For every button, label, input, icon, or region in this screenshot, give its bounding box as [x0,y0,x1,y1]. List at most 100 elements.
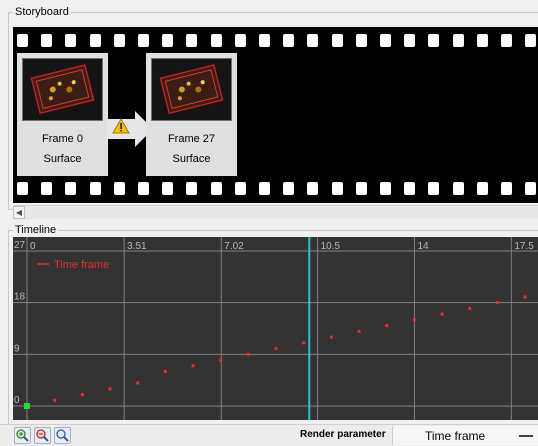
storyboard-panel: Storyboard Frame 0 Surface Frame 27 Surf… [8,5,538,219]
storyboard-horizontal-scrollbar[interactable]: ◀ [13,205,538,219]
film-hole [476,182,488,195]
film-hole [501,182,512,195]
data-point [329,335,333,339]
timeline-panel: Timeline 0 3.51 7.02 10.5 14 17.5 0 9 18 27 Time f… [8,223,538,425]
film-hole [138,182,149,195]
dropdown-indicator-icon [519,435,533,437]
film-hole [138,34,149,47]
data-point [302,341,306,345]
frame-thumbnail-27 [151,58,232,121]
frame-label-27: Frame 27 [167,133,216,145]
film-hole [186,182,198,195]
zoom-in-button[interactable] [14,427,31,444]
data-point [385,324,389,328]
data-point [191,364,195,368]
frame-card-0[interactable]: Frame 0 Surface [17,53,108,176]
film-hole [210,34,222,47]
film-hole [259,34,270,47]
data-point [163,370,167,374]
frame-thumbnail-0 [22,58,103,121]
storyboard-title: Storyboard [13,5,71,19]
film-hole [113,34,125,47]
x-tick-label: 7.02 [224,241,244,252]
film-holes-top [13,32,538,50]
render-parameter-value: Time frame [425,429,486,443]
frame-type-27: Surface [172,153,211,165]
film-hole [476,34,488,47]
x-tick-label: 14 [417,241,429,252]
data-point [495,301,499,305]
zoom-reset-icon [56,429,69,442]
x-tick-label: 0 [30,241,36,252]
data-point [412,318,416,322]
film-hole [162,182,174,195]
film-holes-bottom [13,180,538,198]
timeline-chart-svg: 0 3.51 7.02 10.5 14 17.5 0 9 18 27 Time frame [13,237,538,420]
data-point [440,312,444,316]
film-hole [283,34,295,47]
x-tick-label: 17.5 [514,241,534,252]
film-hole [307,182,319,195]
film-hole [525,34,537,47]
film-hole [307,34,319,47]
film-hole [428,182,440,195]
timeline-title: Timeline [13,223,59,237]
x-tick-label: 10.5 [321,241,341,252]
zoom-in-icon [16,429,29,442]
data-point [468,306,472,310]
frame-card-27[interactable]: Frame 27 Surface [146,53,237,176]
data-point [108,387,112,391]
film-hole [89,182,101,195]
film-hole [380,182,391,195]
film-hole [186,34,198,47]
zoom-out-button[interactable] [34,427,51,444]
film-hole [525,182,537,195]
data-point [523,295,527,299]
film-hole [89,34,101,47]
render-parameter-select[interactable]: Time frame [392,426,538,445]
film-hole [380,34,391,47]
film-hole [234,182,246,195]
y-tick-label: 27 [14,240,26,251]
film-hole [17,182,28,195]
y-tick-label: 18 [14,292,26,303]
data-point [246,352,250,356]
data-point [53,398,57,402]
x-tick-label: 3.51 [127,241,147,252]
film-hole [452,34,464,47]
film-hole [452,182,464,195]
film-hole [41,182,53,195]
film-hole [17,34,28,47]
frame-type-0: Surface [43,153,82,165]
film-hole [283,182,295,195]
film-hole [113,182,125,195]
data-point [219,358,223,362]
film-hole [162,34,174,47]
frame-label-0: Frame 0 [42,133,83,145]
data-point [357,329,361,333]
data-point [136,381,140,385]
film-hole [355,182,367,195]
zoom-reset-button[interactable] [54,427,71,444]
film-hole [404,182,416,195]
data-point [80,393,84,397]
timeline-chart[interactable]: 0 3.51 7.02 10.5 14 17.5 0 9 18 27 Time frame [13,237,538,420]
y-tick-label: 9 [14,343,20,354]
film-hole [65,182,77,195]
film-hole [210,182,222,195]
film-hole [259,182,270,195]
y-tick-label: 0 [14,395,20,406]
zoom-out-icon [36,429,49,442]
film-hole [41,34,53,47]
timeline-toolbar: Render parameter Time frame [0,424,538,446]
film-hole [355,34,367,47]
film-hole [234,34,246,47]
legend-label: Time frame [54,259,109,271]
film-hole [331,34,343,47]
film-hole [501,34,512,47]
data-point [274,347,278,351]
film-hole [428,34,440,47]
render-parameter-label: Render parameter [300,429,386,440]
film-hole [404,34,416,47]
scroll-left-arrow-icon[interactable]: ◀ [13,206,25,219]
